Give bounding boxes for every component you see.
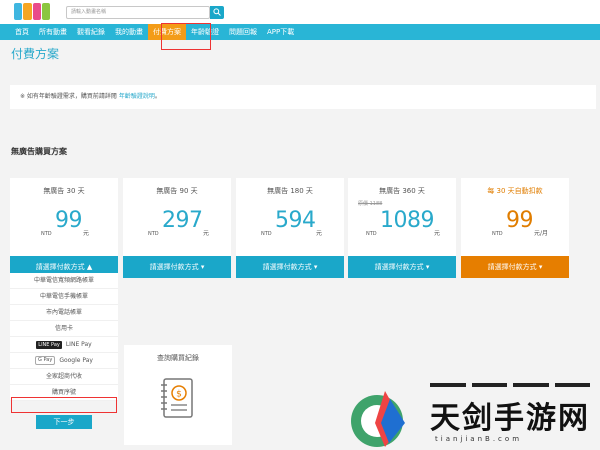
payment-option-label: Google Pay — [59, 356, 93, 364]
purchase-record-title: 查詢購買紀錄 — [157, 354, 199, 362]
payment-option-label: 中華電信寬頻網路帳單 — [33, 276, 94, 284]
nav-item[interactable]: 付費方案 — [148, 24, 186, 40]
payment-option[interactable]: 信用卡 — [10, 321, 118, 337]
plan-card: 無廣告 30 天 NTD 99 元請選擇付款方式 ▲ — [10, 178, 118, 278]
payment-option[interactable]: 購買序號 — [10, 385, 118, 401]
payment-dropdown: 中華電信寬頻網路帳單 中華電信手機帳單 市內電話帳單 信用卡 LINE Pay LINE … — [10, 273, 118, 401]
payment-method-select[interactable]: 請選擇付款方式 ▾ — [461, 256, 569, 278]
payment-method-select[interactable]: 請選擇付款方式 ▾ — [236, 256, 344, 278]
receipt-dollar-icon: $ — [161, 378, 193, 418]
payment-option[interactable]: 中華電信手機帳單 — [10, 289, 118, 305]
watermark-text: 天剑手游网 — [430, 401, 590, 436]
plan-currency: NTD — [492, 231, 503, 237]
age-verify-link[interactable]: 年齡驗證說明 — [119, 93, 155, 100]
notice-end: 。 — [154, 93, 161, 100]
chevron-icon: ▾ — [538, 263, 543, 271]
plan-old-price: 原價 1188 — [358, 201, 383, 207]
nav-item[interactable]: 所有動畫 — [34, 24, 72, 40]
plan-unit: 元 — [316, 230, 323, 237]
payment-method-select[interactable]: 請選擇付款方式 ▾ — [348, 256, 456, 278]
plan-price: 99 — [506, 208, 534, 233]
plan-price: 297 — [162, 208, 203, 233]
payment-option-label: 中華電信手機帳單 — [39, 292, 88, 300]
watermark-url: tianjianB.com — [435, 435, 523, 443]
plan-price: 99 — [55, 208, 83, 233]
plan-currency: NTD — [41, 231, 52, 237]
page-title: 付費方案 — [11, 47, 60, 61]
chevron-icon: ▲ — [86, 263, 93, 271]
nav-item[interactable]: APP下載 — [262, 24, 299, 40]
nav-item[interactable]: 問題回報 — [224, 24, 262, 40]
logo-block — [23, 3, 32, 20]
watermark-bars — [430, 383, 590, 387]
next-button[interactable]: 下一步 — [36, 415, 92, 429]
plan-unit: 元/月 — [534, 230, 549, 237]
plan-price: 594 — [275, 208, 316, 233]
payment-option-label: 信用卡 — [54, 324, 73, 332]
notice-text: ※ 如有年齡驗證需求，購買前請詳閱 — [20, 93, 117, 100]
payment-option-label: 購買序號 — [51, 388, 76, 396]
plan-card: 每 30 天自動扣款 NTD 99 元/月請選擇付款方式 ▾ — [461, 178, 569, 278]
payment-select-label: 請選擇付款方式 — [374, 263, 424, 271]
chevron-icon: ▾ — [425, 263, 430, 271]
search-icon — [213, 8, 221, 16]
plan-card: 無廣告 90 天 NTD 297 元請選擇付款方式 ▾ — [123, 178, 231, 278]
line-pay-icon: LINE Pay — [36, 340, 62, 349]
plan-unit: 元 — [434, 230, 441, 237]
logo-block — [41, 3, 50, 20]
svg-text:$: $ — [176, 390, 182, 400]
chevron-icon: ▾ — [200, 263, 205, 271]
nav-item[interactable]: 年齡驗證 — [186, 24, 224, 40]
nav-item[interactable]: 首頁 — [10, 24, 34, 40]
search-button[interactable] — [210, 6, 224, 19]
payment-option-label: 全家超商代收 — [45, 372, 82, 380]
google-pay-icon: G Pay — [35, 356, 56, 365]
watermark: 天剑手游网 tianjianB.com — [345, 383, 600, 450]
payment-option-label: 市內電話帳單 — [45, 308, 82, 316]
plan-currency: NTD — [148, 231, 159, 237]
nav-item[interactable]: 觀看紀錄 — [72, 24, 110, 40]
plan-name: 無廣告 30 天 — [43, 187, 85, 195]
payment-select-label: 請選擇付款方式 — [35, 263, 85, 271]
payment-option[interactable]: LINE Pay LINE Pay — [10, 337, 118, 353]
chevron-icon: ▾ — [313, 263, 318, 271]
payment-option[interactable]: 全家超商代收 — [10, 369, 118, 385]
main-nav: 首頁 所有動畫 觀看紀錄 我的動畫 付費方案 年齡驗證 問題回報 APP下載 — [0, 24, 600, 40]
plan-name: 無廣告 90 天 — [156, 187, 198, 195]
plan-name: 每 30 天自動扣款 — [487, 187, 543, 195]
section-title: 無廣告購買方案 — [11, 147, 67, 156]
watermark-logo-icon — [351, 391, 405, 447]
nav-item[interactable]: 我的動畫 — [110, 24, 148, 40]
payment-method-select[interactable]: 請選擇付款方式 ▾ — [123, 256, 231, 278]
search-input[interactable]: 請輸入動畫名稱 — [66, 6, 210, 19]
payment-option[interactable]: 市內電話帳單 — [10, 305, 118, 321]
notice-banner: ※ 如有年齡驗證需求，購買前請詳閱 年齡驗證說明。 — [10, 85, 596, 109]
payment-option[interactable]: 中華電信寬頻網路帳單 — [10, 273, 118, 289]
plan-unit: 元 — [203, 230, 210, 237]
plan-currency: NTD — [366, 231, 377, 237]
purchase-record-card[interactable]: 查詢購買紀錄 $ — [124, 345, 232, 445]
plan-name: 無廣告 180 天 — [267, 187, 313, 195]
top-bar: 請輸入動畫名稱 — [0, 0, 600, 24]
plan-name: 無廣告 360 天 — [379, 187, 425, 195]
payment-option-label: LINE Pay — [65, 340, 92, 348]
plan-unit: 元 — [83, 230, 90, 237]
payment-select-label: 請選擇付款方式 — [149, 263, 199, 271]
payment-option[interactable]: G Pay Google Pay — [10, 353, 118, 369]
plan-card: 無廣告 180 天 NTD 594 元請選擇付款方式 ▾ — [236, 178, 344, 278]
payment-select-label: 請選擇付款方式 — [487, 263, 537, 271]
logo-block — [14, 3, 23, 20]
payment-select-label: 請選擇付款方式 — [262, 263, 312, 271]
site-logo[interactable] — [14, 3, 50, 20]
plan-price: 1089 — [380, 208, 435, 233]
plan-currency: NTD — [261, 231, 272, 237]
plan-card: 無廣告 360 天原價 1188 NTD 1089 元請選擇付款方式 ▾ — [348, 178, 456, 278]
logo-block — [32, 3, 41, 20]
